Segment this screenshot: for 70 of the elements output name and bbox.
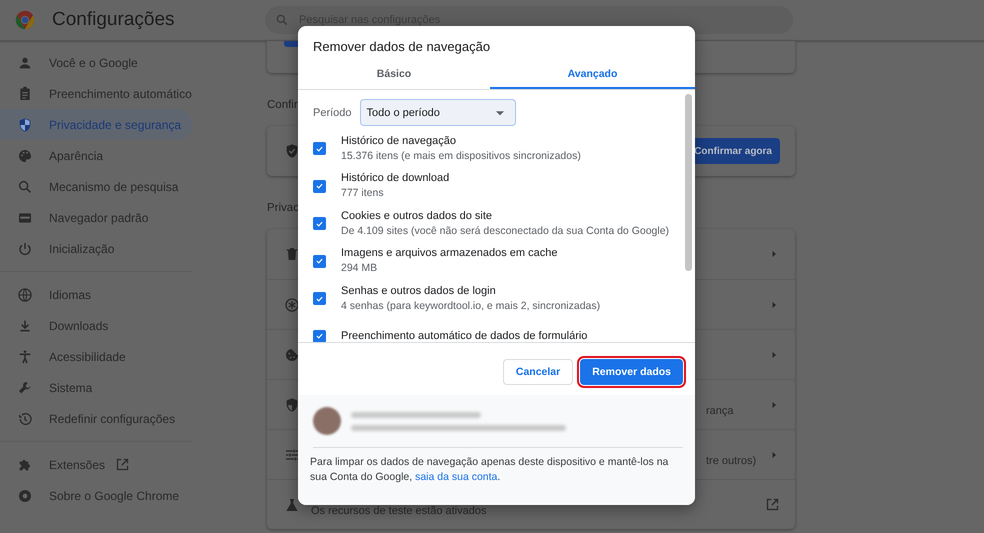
sidebar-item[interactable]: Preenchimento automático — [0, 78, 192, 109]
item-detail: 777 itens — [341, 186, 385, 201]
item-title: Histórico de download — [341, 171, 450, 186]
sidebar-item[interactable]: Acessibilidade — [0, 341, 192, 372]
checkbox[interactable] — [313, 217, 326, 230]
checkmark-icon — [315, 256, 324, 266]
sidebar-item[interactable]: Inicialização — [0, 233, 192, 264]
checkmark-icon — [315, 331, 324, 341]
sidebar-item[interactable]: Você e o Google — [0, 47, 192, 78]
sidebar-item[interactable]: Mecanismo de pesquisa — [0, 171, 192, 202]
row-text: tre outros) — [706, 454, 756, 466]
accessibility-icon — [17, 348, 33, 364]
sidebar-item[interactable]: Sobre o Google Chrome — [0, 480, 192, 511]
section-heading: Confir — [267, 98, 298, 113]
sidebar-item[interactable]: Redefinir configurações — [0, 403, 192, 434]
period-label: Período — [313, 106, 352, 118]
tab[interactable]: Básico — [298, 60, 490, 89]
section-heading: Privac — [267, 201, 299, 216]
cancel-button[interactable]: Cancelar — [502, 359, 574, 385]
checkbox[interactable] — [313, 142, 326, 155]
item-detail: De 4.109 sites (você não será desconectado da sua Conta do Google) — [341, 224, 670, 238]
search-icon — [275, 13, 289, 27]
item-detail: 294 MB — [341, 261, 378, 276]
sidebar-item[interactable]: Privacidade e segurança — [0, 109, 192, 140]
item-title: Histórico de navegação — [341, 134, 457, 148]
dialog-title: Remover dados de navegação — [312, 38, 492, 56]
item-title: Preenchimento automático de dados de formulário — [341, 328, 588, 342]
item-title: Cookies e outros dados do site — [341, 208, 494, 224]
checkbox[interactable] — [313, 330, 326, 342]
remove-data-button[interactable]: Remover dados — [580, 359, 683, 385]
period-dropdown[interactable]: Todo o período — [360, 99, 516, 126]
power-icon — [17, 240, 33, 256]
flask-icon — [284, 496, 300, 512]
footer-note: Para limpar os dados de navegação apenas deste dispositivo e mantê-los na sua Conta do Google, saia da sua conta. — [310, 455, 670, 485]
scrollbar-thumb[interactable] — [685, 94, 692, 271]
globe-icon — [17, 286, 33, 302]
tab[interactable]: Avançado — [490, 60, 695, 89]
checkmark-icon — [315, 181, 324, 191]
checkbox[interactable] — [313, 292, 326, 305]
chrome-icon — [17, 488, 33, 504]
sidebar-item[interactable]: Sistema — [0, 372, 192, 403]
item-title: Imagens e arquivos armazenados em cache — [341, 246, 558, 261]
page-title: Configurações — [52, 9, 176, 31]
search-icon — [17, 178, 33, 194]
chrome-logo-icon — [15, 10, 35, 30]
person-icon — [17, 54, 33, 70]
row-text: rança — [706, 404, 734, 416]
sign-out-link[interactable]: saia da sua conta — [415, 471, 498, 483]
item-detail: 15.376 itens (e mais em dispositivos sincronizados) — [341, 148, 581, 164]
sidebar-item[interactable]: Idiomas — [0, 279, 192, 310]
shield-icon — [17, 116, 33, 132]
avatar — [313, 407, 341, 435]
cookie-icon — [284, 346, 300, 362]
trash-icon — [284, 246, 300, 262]
palette-icon — [17, 148, 33, 164]
external-link-icon — [765, 497, 780, 512]
sliders-icon — [284, 446, 300, 462]
wrench-icon — [17, 380, 33, 396]
sidebar-item[interactable]: Extensões — [0, 449, 192, 480]
asterisk-circle-icon — [284, 296, 300, 312]
item-title: Senhas e outros dados de login — [341, 284, 497, 298]
checkbox[interactable] — [313, 254, 326, 268]
item-detail: 4 senhas (para keywordtool.io, e mais 2, sincronizadas) — [341, 298, 600, 314]
sidebar-item[interactable]: Downloads — [0, 310, 192, 341]
sidebar-item[interactable]: Navegador padrão — [0, 202, 192, 233]
check-shield-icon — [284, 143, 300, 159]
checkbox[interactable] — [313, 180, 326, 192]
shield-icon — [284, 396, 300, 412]
history-icon — [17, 410, 33, 426]
sidebar-item[interactable]: Aparência — [0, 140, 192, 171]
